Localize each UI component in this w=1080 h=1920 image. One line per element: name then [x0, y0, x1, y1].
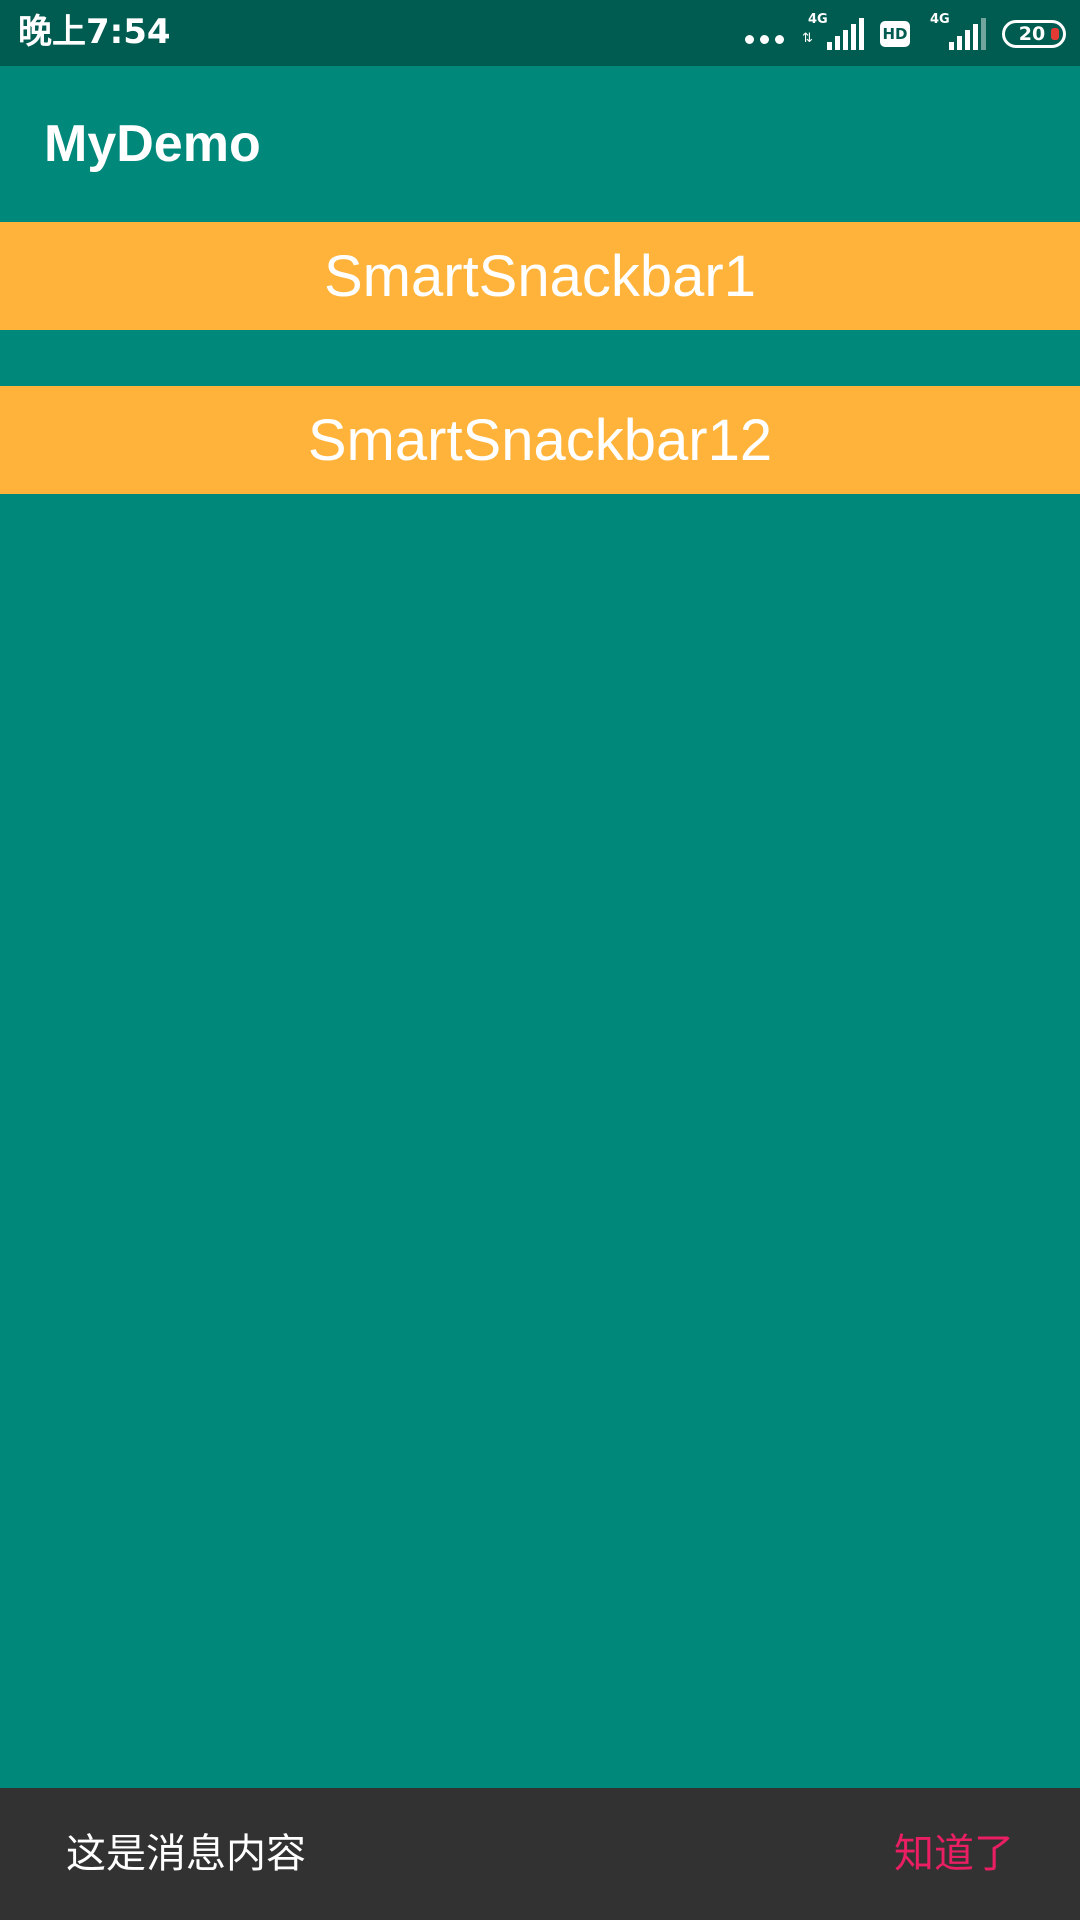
data-activity-icon: ⇅ [802, 31, 813, 46]
app-bar: MyDemo [0, 66, 1080, 220]
snackbar-action-button[interactable]: 知道了 [894, 1828, 1014, 1880]
smart-snackbar-12-button[interactable]: SmartSnackbar12 [0, 386, 1080, 494]
status-time: 晚上7:54 [18, 12, 171, 52]
snackbar-message: 这是消息内容 [66, 1831, 306, 1877]
app-title: MyDemo [44, 115, 261, 173]
more-notifications-icon [745, 24, 784, 44]
battery-icon: 20 [1002, 20, 1066, 48]
smart-snackbar-1-button[interactable]: SmartSnackbar1 [0, 222, 1080, 330]
status-icons: 4G ⇅ HD 4G 20 [745, 12, 1066, 54]
battery-low-indicator [1051, 28, 1059, 40]
network-type-label-2: 4G [930, 12, 950, 27]
snackbar: 这是消息内容 知道了 [0, 1788, 1080, 1920]
battery-level: 20 [1018, 23, 1046, 45]
signal-sim2-icon: 4G [924, 12, 986, 52]
hd-voice-icon: HD [880, 21, 910, 47]
signal-sim1-icon: 4G ⇅ [802, 12, 864, 52]
status-bar: 晚上7:54 4G ⇅ HD 4G 20 [0, 0, 1080, 66]
network-type-label-1: 4G [808, 12, 828, 27]
